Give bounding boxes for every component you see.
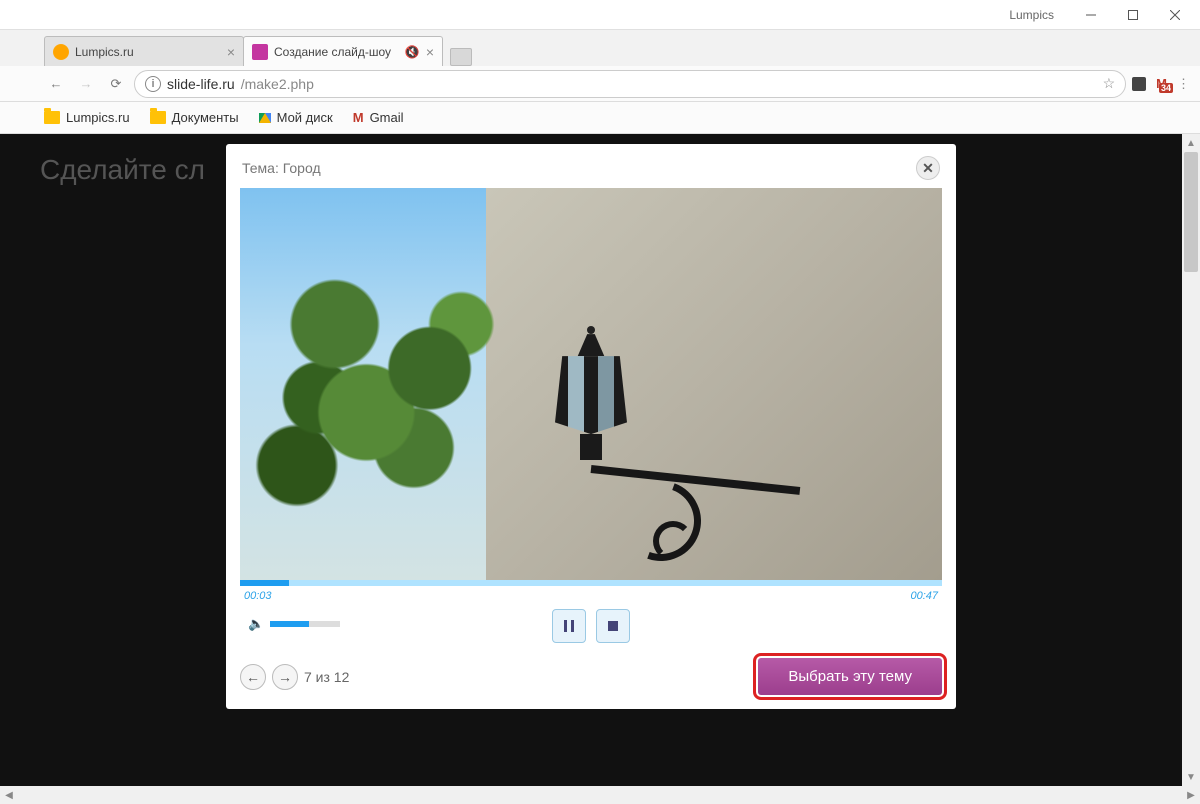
folder-icon xyxy=(150,111,166,124)
address-path: /make2.php xyxy=(241,76,314,92)
modal-close-button[interactable]: ✕ xyxy=(916,156,940,180)
bookmark-lumpics[interactable]: Lumpics.ru xyxy=(44,110,130,125)
tab-title: Создание слайд-шоу xyxy=(274,45,399,59)
bookmark-star-icon[interactable]: ☆ xyxy=(1103,75,1116,92)
pager-next-button[interactable]: → xyxy=(272,664,298,690)
video-controls: 🔈 xyxy=(240,606,942,646)
browser-menu-icon[interactable]: ⋮ xyxy=(1177,76,1190,92)
progress-times: 00:03 00:47 xyxy=(240,586,942,602)
scroll-right-icon[interactable]: ▶ xyxy=(1182,786,1200,804)
stop-button[interactable] xyxy=(596,609,630,643)
bookmark-label: Gmail xyxy=(370,110,404,125)
volume-slider[interactable] xyxy=(270,621,340,627)
bookmark-label: Lumpics.ru xyxy=(66,110,130,125)
window-close-button[interactable] xyxy=(1154,1,1196,29)
pager-label: 7 из 12 xyxy=(304,669,349,685)
theme-preview-modal: Тема: Город ✕ 00:03 0 xyxy=(226,144,956,709)
select-theme-button[interactable]: Выбрать эту тему xyxy=(758,658,942,695)
progress-fill xyxy=(240,580,289,586)
gmail-extension-icon[interactable]: M34 xyxy=(1156,76,1167,91)
address-host: slide-life.ru xyxy=(167,76,235,92)
page-heading-dimmed: Сделайте сл xyxy=(40,154,205,186)
bookmark-documents[interactable]: Документы xyxy=(150,110,239,125)
gmail-badge-count: 34 xyxy=(1159,83,1173,93)
favicon-lumpics-icon xyxy=(53,44,69,60)
time-elapsed: 00:03 xyxy=(244,590,272,602)
video-progress-bar[interactable] xyxy=(240,580,942,586)
bookmark-drive[interactable]: Мой диск xyxy=(259,110,333,125)
tab-close-icon[interactable]: × xyxy=(227,45,235,59)
volume-control[interactable]: 🔈 xyxy=(248,616,340,632)
volume-icon[interactable]: 🔈 xyxy=(248,616,264,632)
lantern-illustration xyxy=(555,329,627,460)
bookmarks-bar: Lumpics.ru Документы Мой диск M Gmail xyxy=(0,102,1200,134)
tab-title: Lumpics.ru xyxy=(75,45,221,59)
site-info-icon[interactable]: i xyxy=(145,76,161,92)
browser-tab-strip: Lumpics.ru × Создание слайд-шоу 🔇 × xyxy=(0,30,1200,66)
window-maximize-button[interactable] xyxy=(1112,1,1154,29)
nav-forward-button[interactable]: → xyxy=(74,72,98,96)
drive-icon xyxy=(259,113,271,123)
horizontal-scrollbar[interactable]: ◀ ▶ xyxy=(0,786,1200,804)
vertical-scrollbar[interactable]: ▲ ▼ xyxy=(1182,134,1200,786)
bookmark-gmail[interactable]: M Gmail xyxy=(353,110,404,125)
pause-button[interactable] xyxy=(552,609,586,643)
window-minimize-button[interactable] xyxy=(1070,1,1112,29)
folder-icon xyxy=(44,111,60,124)
modal-header: Тема: Город ✕ xyxy=(240,154,942,188)
gmail-icon: M xyxy=(353,110,364,125)
modal-title: Тема: Город xyxy=(242,160,321,176)
time-total: 00:47 xyxy=(910,590,938,602)
video-preview[interactable] xyxy=(240,188,942,580)
modal-footer: ← → 7 из 12 Выбрать эту тему xyxy=(240,658,942,695)
tab-mute-icon[interactable]: 🔇 xyxy=(405,45,420,59)
tab-lumpics[interactable]: Lumpics.ru × xyxy=(44,36,244,66)
nav-back-button[interactable]: ← xyxy=(44,72,68,96)
nav-reload-button[interactable]: ⟳ xyxy=(104,72,128,96)
scrollbar-thumb[interactable] xyxy=(1184,152,1198,272)
extension-icon[interactable] xyxy=(1132,77,1146,91)
toolbar-right: M34 ⋮ xyxy=(1132,76,1190,92)
window-app-label: Lumpics xyxy=(1009,8,1054,22)
page-content: Сделайте сл Тема: Город ✕ xyxy=(0,134,1200,786)
new-tab-button[interactable] xyxy=(450,48,472,66)
bookmark-label: Документы xyxy=(172,110,239,125)
scroll-left-icon[interactable]: ◀ xyxy=(0,786,18,804)
bookmark-label: Мой диск xyxy=(277,110,333,125)
favicon-slide-icon xyxy=(252,44,268,60)
pager: ← → 7 из 12 xyxy=(240,664,349,690)
tab-close-icon[interactable]: × xyxy=(426,45,434,59)
tab-slide-life[interactable]: Создание слайд-шоу 🔇 × xyxy=(243,36,443,66)
scroll-down-icon[interactable]: ▼ xyxy=(1182,768,1200,786)
scroll-up-icon[interactable]: ▲ xyxy=(1182,134,1200,152)
address-bar[interactable]: i slide-life.ru/make2.php ☆ xyxy=(134,70,1126,98)
browser-toolbar: ← → ⟳ i slide-life.ru/make2.php ☆ M34 ⋮ xyxy=(0,66,1200,102)
pager-prev-button[interactable]: ← xyxy=(240,664,266,690)
window-titlebar: Lumpics xyxy=(0,0,1200,30)
